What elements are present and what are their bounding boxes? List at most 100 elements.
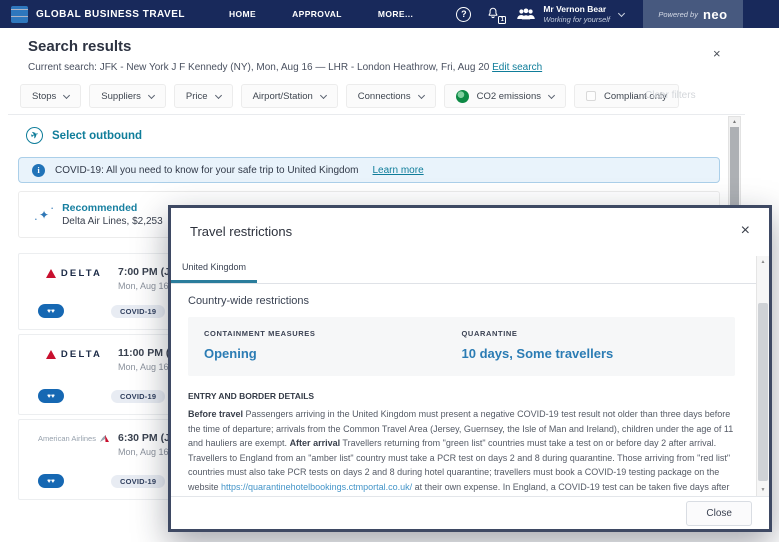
filter-stops-label: Stops [32,91,56,102]
containment-measures-value: Opening [204,346,462,361]
topbar-right-cluster: ? 1 Mr Vernon Bear Working for yourself … [456,0,779,28]
plane-glyph: ✈ [29,130,39,141]
delta-triangle-icon [46,269,56,278]
quarantine-hotel-link[interactable]: https://quarantinehotelbookings.ctmporta… [221,482,412,492]
sparkle-glyph: ✦ [39,208,49,222]
country-restrictions-panel: CONTAINMENT MEASURES Opening QUARANTINE … [188,317,735,376]
delta-triangle-icon [46,350,56,359]
quarantine-column: QUARANTINE 10 days, Some travellers [462,329,720,361]
edit-search-link[interactable]: Edit search [492,62,542,73]
close-button[interactable]: Close [686,501,752,526]
chevron-down-icon [418,91,425,98]
covid-info-banner: i COVID-19: All you need to know for you… [18,157,720,183]
close-results-icon[interactable]: × [713,46,721,61]
filter-airport-station[interactable]: Airport/Station [241,84,338,108]
scroll-up-arrow-icon[interactable]: ▲ [729,117,740,127]
plane-departure-icon: ✈ [26,127,43,144]
chevron-down-icon [618,9,625,16]
filter-stops[interactable]: Stops [20,84,81,108]
after-arrival-bold: After arrival [290,438,341,448]
covid-19-badge[interactable]: COVID-19 [111,305,165,318]
covid-19-badge[interactable]: COVID-19 [111,475,165,488]
chevron-down-icon [215,91,222,98]
filter-price-label: Price [186,91,208,102]
entry-border-heading: ENTRY AND BORDER DETAILS [188,391,735,401]
powered-by-neo-badge: Powered by neo [643,0,743,28]
powered-by-label: Powered by [658,10,698,19]
delta-logo: DELTA [46,349,102,360]
modal-scrollbar[interactable]: ▲ ▼ [756,256,769,496]
amex-logo-icon [11,6,28,23]
info-icon: i [32,164,45,177]
top-navigation-bar: GLOBAL BUSINESS TRAVEL HOME APPROVAL MOR… [0,0,779,28]
quarantine-value: 10 days, Some travellers [462,346,720,361]
user-name: Mr Vernon Bear [543,4,610,14]
select-outbound-header: ✈ Select outbound [26,127,142,144]
containment-column: CONTAINMENT MEASURES Opening [204,329,462,361]
page-title: Search results [28,38,131,55]
scroll-down-arrow-icon[interactable]: ▼ [757,487,769,493]
traveller-wellbeing-badge: ♥♥ [38,304,64,318]
filter-airport-station-label: Airport/Station [253,91,313,102]
modal-body: Country-wide restrictions CONTAINMENT ME… [171,284,769,496]
filter-co2-emissions[interactable]: CO2 emissions [444,84,566,108]
filter-connections[interactable]: Connections [346,84,436,108]
scrollbar-thumb[interactable] [758,303,768,481]
filter-suppliers-label: Suppliers [101,91,141,102]
airline-logo: DELTA [29,268,119,279]
user-group-icon [516,7,536,21]
modal-footer: Close [171,496,769,529]
filter-bar: Stops Suppliers Price Airport/Station Co… [20,84,679,108]
covid-banner-text: COVID-19: All you need to know for your … [55,165,359,176]
recommended-detail: Delta Air Lines, $2,253 [62,216,163,227]
containment-measures-label: CONTAINMENT MEASURES [204,329,462,338]
neo-logo: neo [703,7,728,22]
modal-tab-bar: United Kingdom [171,254,769,284]
user-menu[interactable]: Mr Vernon Bear Working for yourself [516,4,628,23]
select-outbound-label: Select outbound [52,130,142,142]
notifications-bell-icon[interactable]: 1 [486,6,501,22]
traveller-wellbeing-badge: ♥♥ [38,474,64,488]
american-airlines-eagle-icon [99,434,110,443]
user-subtitle: Working for yourself [543,15,610,24]
filter-suppliers[interactable]: Suppliers [89,84,166,108]
learn-more-link[interactable]: Learn more [373,165,424,176]
nav-approval[interactable]: APPROVAL [292,9,342,19]
covid-19-badge[interactable]: COVID-19 [111,390,165,403]
co2-green-icon [456,90,469,103]
compliant-only-checkbox[interactable] [586,91,596,101]
help-icon[interactable]: ? [456,7,471,22]
divider [8,114,745,115]
traveller-wellbeing-badge: ♥♥ [38,389,64,403]
current-search-summary: Current search: JFK - New York J F Kenne… [28,62,542,73]
modal-header: Travel restrictions × [171,208,769,254]
airline-name: DELTA [61,349,102,360]
nav-more[interactable]: MORE... [378,9,413,19]
filter-price[interactable]: Price [174,84,233,108]
quarantine-label: QUARANTINE [462,329,720,338]
travel-restrictions-modal: Travel restrictions × United Kingdom Cou… [168,205,772,532]
page-scrollbar[interactable]: ▲ [728,116,741,207]
american-airlines-logo: American Airlines [38,434,110,443]
airline-name: American Airlines [38,434,96,443]
current-search-text: Current search: JFK - New York J F Kenne… [28,62,489,73]
sparkle-icon: ✦•• [39,208,49,222]
chevron-down-icon [320,91,327,98]
scroll-up-arrow-icon[interactable]: ▲ [757,259,769,265]
delta-logo: DELTA [46,268,102,279]
notification-badge: 1 [498,16,506,24]
chevron-down-icon [148,91,155,98]
brand-title: GLOBAL BUSINESS TRAVEL [36,9,185,20]
clear-filters-button[interactable]: Clear filters [645,90,696,101]
scrollbar-thumb[interactable] [730,127,739,206]
airline-logo: DELTA [29,349,119,360]
close-icon[interactable]: × [741,223,750,239]
filter-co2-label: CO2 emissions [477,91,541,102]
filter-connections-label: Connections [358,91,411,102]
modal-title: Travel restrictions [190,224,292,239]
main-nav: HOME APPROVAL MORE... [229,9,413,19]
nav-home[interactable]: HOME [229,9,256,19]
recommended-label: Recommended [62,202,163,214]
tab-united-kingdom[interactable]: United Kingdom [171,254,257,283]
chevron-down-icon [63,91,70,98]
